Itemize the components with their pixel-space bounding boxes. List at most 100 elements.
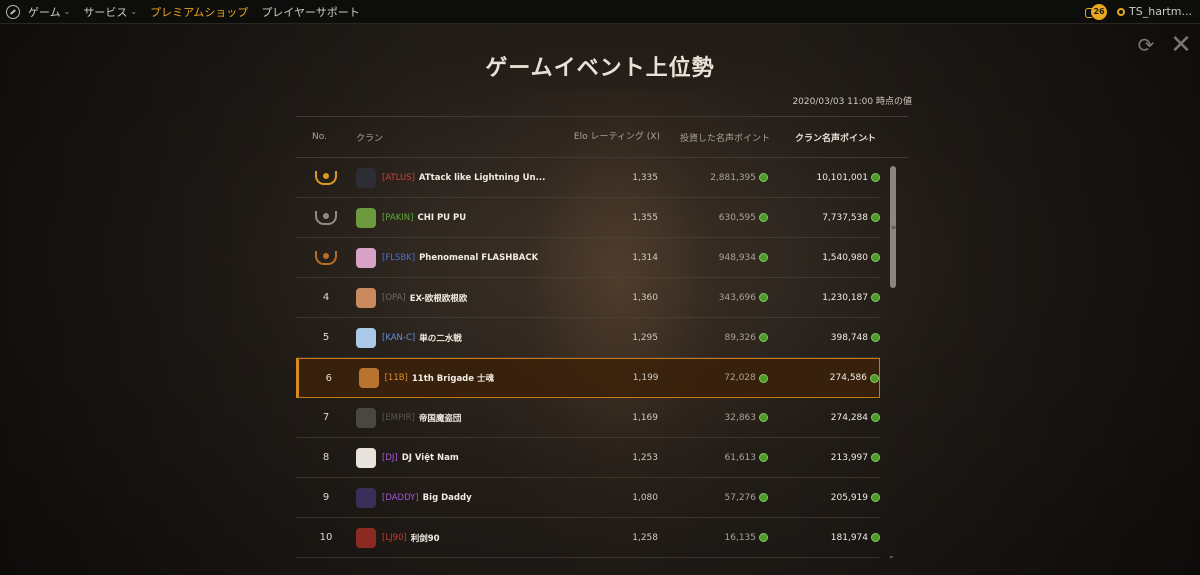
invested-fame-cell: 2,881,395	[658, 173, 768, 183]
fame-points-icon	[759, 453, 768, 462]
clan-name: 利剑90	[410, 533, 440, 544]
fame-points-icon	[871, 293, 880, 302]
elo-rating: 1,199	[632, 373, 659, 383]
nav-games-label: ゲーム	[28, 5, 61, 19]
clan-cell[interactable]: [FLSBK] Phenomenal FLASHBACK	[356, 247, 570, 268]
elo-rating: 1,314	[632, 252, 658, 263]
rank-number: 8	[322, 452, 330, 463]
clan-emblem-icon	[358, 368, 379, 388]
clan-tag: [DADDY]	[382, 492, 419, 503]
header-no[interactable]: No.	[296, 132, 340, 142]
clan-cell[interactable]: [OPA] EX-欧根欧根欧	[356, 287, 570, 308]
scroll-down-arrow-icon[interactable]: ⌄	[888, 551, 895, 560]
invested-fame-value: 61,613	[724, 452, 757, 463]
header-elo[interactable]: Elo レーティング (X)	[570, 131, 660, 143]
invested-fame-cell: 343,696	[658, 293, 768, 303]
clan-fame-points-value: 274,586	[829, 373, 867, 383]
nav-player-support-label: プレイヤーサポート	[261, 5, 360, 19]
table-row[interactable]: 7 [EMPIR] 帝国魔盗団 1,169 32,863 274,284	[296, 398, 880, 438]
invested-fame-cell: 89,326	[658, 333, 768, 343]
clan-tag: [EMPIR]	[382, 412, 415, 423]
rank-number: 7	[322, 412, 330, 423]
clan-fame-points-cell: 398,748	[768, 333, 880, 343]
user-status-icon	[1117, 7, 1126, 16]
clan-tag: [PAKIN]	[382, 212, 414, 223]
header-invested-fame[interactable]: 投資した名声ポイント	[660, 131, 770, 144]
invested-fame-value: 948,934	[718, 252, 756, 263]
table-row[interactable]: [FLSBK] Phenomenal FLASHBACK 1,314 948,934 1…	[296, 238, 880, 278]
clan-tag: [11B]	[384, 373, 408, 383]
data-timestamp: 2020/03/03 11:00 時点の値	[792, 97, 912, 107]
rank-cell: 4	[296, 292, 356, 303]
rank-number: 9	[322, 492, 330, 503]
clan-fame-points-cell: 1,540,980	[768, 253, 880, 263]
invested-fame-value: 57,276	[724, 492, 757, 503]
rank-cell	[296, 170, 356, 186]
clan-emblem-icon	[356, 327, 376, 348]
header-clan[interactable]: クラン	[340, 131, 570, 144]
table-row[interactable]: 6 [11B] 11th Brigade 士魂 1,199 72,028 274,586	[296, 358, 880, 398]
nav-services[interactable]: サービス ⌄	[83, 4, 137, 20]
fame-points-icon	[871, 533, 880, 542]
clan-tag: [DJ]	[382, 452, 398, 463]
clan-fame-points-cell: 274,586	[768, 373, 879, 383]
clan-fame-points-value: 1,230,187	[822, 292, 868, 303]
clan-cell[interactable]: [11B] 11th Brigade 士魂	[358, 368, 572, 388]
clan-cell[interactable]: [LJ90] 利剑90	[356, 527, 570, 548]
clan-emblem-icon	[356, 247, 376, 268]
fame-points-icon	[871, 333, 880, 342]
invested-fame-value: 32,863	[724, 412, 757, 423]
clan-emblem-icon	[356, 207, 376, 228]
elo-rating: 1,080	[632, 492, 658, 503]
invested-fame-value: 343,696	[718, 292, 756, 303]
table-row[interactable]: 4 [OPA] EX-欧根欧根欧 1,360 343,696 1,230,187	[296, 278, 880, 318]
notification-bell-icon[interactable]: 26	[1085, 3, 1108, 20]
nav-premium-shop[interactable]: プレミアムショップ	[150, 4, 248, 20]
bronze-laurel-icon	[315, 250, 337, 266]
elo-rating: 1,335	[632, 172, 658, 183]
clan-fame-points-cell: 205,919	[768, 493, 880, 503]
table-row[interactable]: 9 [DADDY] Big Daddy 1,080 57,276 205,919	[296, 478, 880, 518]
elo-rating: 1,253	[632, 452, 658, 463]
header-clan-fame-points[interactable]: クラン名声ポイント	[770, 131, 876, 144]
clan-emblem-icon	[356, 167, 376, 188]
clan-cell[interactable]: [EMPIR] 帝国魔盗団	[356, 407, 570, 428]
clan-tag: [LJ90]	[382, 532, 407, 543]
top-navigation-bar: ゲーム ⌄ サービス ⌄ プレミアムショップ プレイヤーサポート 26 TS_h…	[0, 0, 1200, 24]
page-title: ゲームイベント上位勢	[485, 56, 715, 81]
rank-cell: 10	[296, 532, 356, 543]
table-row[interactable]: 5 [KAN-C] 単の二水戦 1,295 89,326 398,748	[296, 318, 880, 358]
fame-points-icon	[871, 413, 880, 422]
rank-cell	[296, 250, 356, 266]
clan-cell[interactable]: [PAKIN] CHI PU PU	[356, 207, 570, 228]
clan-name: CHI PU PU	[417, 212, 467, 223]
clan-fame-points-value: 1,540,980	[822, 252, 868, 263]
nav-player-support[interactable]: プレイヤーサポート	[261, 4, 359, 20]
silver-laurel-icon	[315, 210, 337, 226]
table-row[interactable]: [ATLUS] ATtack like Lightning Un... 1,335 2…	[296, 158, 880, 198]
scrollbar[interactable]: ≡ ⌄	[888, 162, 898, 562]
clan-cell[interactable]: [DADDY] Big Daddy	[356, 487, 570, 508]
clan-fame-points-value: 10,101,001	[816, 172, 868, 183]
table-row[interactable]: 8 [DJ] DJ Việt Nam 1,253 61,613 213,997	[296, 438, 880, 478]
clan-cell[interactable]: [DJ] DJ Việt Nam	[356, 447, 570, 468]
user-menu[interactable]: TS_hartm...	[1117, 5, 1192, 18]
clan-fame-points-cell: 181,974	[768, 533, 880, 543]
clan-emblem-icon	[356, 407, 376, 428]
nav-games[interactable]: ゲーム ⌄	[28, 4, 70, 20]
gold-laurel-icon	[315, 170, 337, 186]
clan-cell[interactable]: [ATLUS] ATtack like Lightning Un...	[356, 167, 570, 188]
wargaming-logo-icon[interactable]	[6, 4, 20, 19]
chevron-down-icon: ⌄	[63, 7, 71, 16]
table-row[interactable]: [PAKIN] CHI PU PU 1,355 630,595 7,737,538	[296, 198, 880, 238]
clan-cell[interactable]: [KAN-C] 単の二水戦	[356, 327, 570, 348]
clan-fame-points-cell: 10,101,001	[768, 173, 880, 183]
table-row[interactable]: 10 [LJ90] 利剑90 1,258 16,135 181,974	[296, 518, 880, 558]
clan-name: ATtack like Lightning Un...	[418, 172, 546, 183]
clan-fame-points-cell: 7,737,538	[768, 213, 880, 223]
fame-points-icon	[759, 293, 768, 302]
clan-fame-points-value: 181,974	[830, 532, 868, 543]
clan-name: 単の二水戦	[419, 333, 462, 344]
fame-points-icon	[759, 333, 768, 342]
rank-cell: 8	[296, 452, 356, 463]
